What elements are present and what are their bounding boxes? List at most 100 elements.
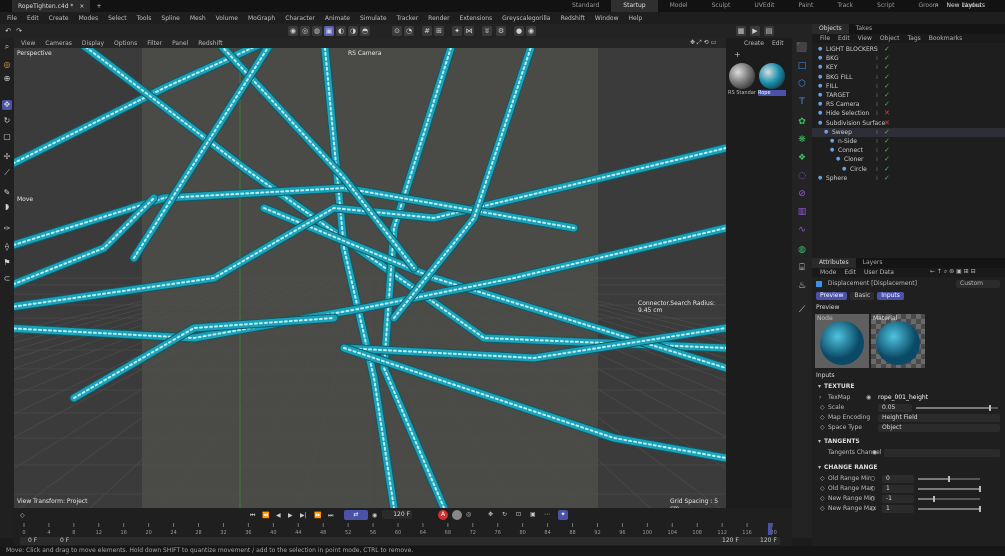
workspace-tab-standard[interactable]: Standard (560, 0, 611, 12)
rotate-icon[interactable]: ↻ (2, 116, 12, 126)
add-material-icon[interactable]: + (734, 50, 741, 59)
workspace-tab-model[interactable]: Model (658, 0, 700, 12)
menu-create[interactable]: Create (44, 15, 74, 22)
menu-greyscalegorilla[interactable]: Greyscalegorilla (497, 15, 555, 22)
texture-section-header[interactable]: ▾ TEXTURE (812, 382, 1005, 392)
menu-mograph[interactable]: MoGraph (243, 15, 280, 22)
viewport-nav-icons[interactable]: ✥ ⤢ ⟲ ▭ (690, 39, 716, 47)
menu-tracker[interactable]: Tracker (392, 15, 424, 22)
subtab-inputs[interactable]: Inputs (877, 292, 904, 300)
menu-animate[interactable]: Animate (320, 15, 355, 22)
brush-tool-icon[interactable]: ⟋ (796, 304, 808, 316)
disabled-x-icon[interactable]: ✕ (884, 119, 890, 127)
visibility-dots-icon[interactable]: ⁞ (876, 109, 878, 118)
next-frame-icon[interactable]: ▶| (300, 512, 307, 519)
enabled-check-icon[interactable]: ✓ (884, 165, 890, 173)
object-row[interactable]: ● RS Camera ⁞ ✓ (812, 100, 1005, 109)
objects-menu-edit[interactable]: Edit (834, 35, 854, 42)
spline-icon[interactable]: ⬡ (796, 78, 808, 90)
key-pla-icon[interactable]: ⋯ (544, 511, 550, 518)
space-type-dropdown[interactable]: Object (878, 424, 1000, 432)
subtab-preview[interactable]: Preview (816, 292, 848, 300)
enabled-check-icon[interactable]: ✓ (884, 155, 890, 163)
key-param-icon[interactable]: ▣ (530, 511, 536, 518)
key-scale-icon[interactable]: ⊡ (516, 511, 521, 518)
tab-attributes[interactable]: Attributes (812, 258, 856, 268)
scale-icon[interactable]: ▢ (2, 132, 12, 142)
spline-tool-icon[interactable]: ∿ (796, 224, 808, 236)
mode-axis-icon[interactable]: ◑ (348, 26, 358, 36)
keyframe-diamond-icon[interactable]: ◇ (820, 403, 825, 413)
visibility-dots-icon[interactable]: ⁞ (876, 54, 878, 63)
viewport-menu-view[interactable]: View (16, 40, 40, 47)
keyframe-diamond-icon[interactable]: ◇ (820, 413, 825, 423)
object-row[interactable]: ● KEY ⁞ ✓ (812, 63, 1005, 72)
menu-redshift[interactable]: Redshift (555, 15, 589, 22)
enabled-check-icon[interactable]: ✓ (884, 91, 890, 99)
visibility-dots-icon[interactable]: ⁞ (876, 45, 878, 54)
symmetry-icon[interactable]: ⋈ (464, 26, 474, 36)
workspace-tab-groom[interactable]: Groom (906, 0, 950, 12)
link-icon[interactable]: ○ (870, 504, 875, 514)
menu-window[interactable]: Window (590, 15, 624, 22)
document-tab[interactable]: RopeTighten.c4d * × (12, 0, 91, 12)
mode-model-icon[interactable]: ▣ (324, 26, 334, 36)
menu-spline[interactable]: Spline (156, 15, 184, 22)
objects-menu-object[interactable]: Object (876, 35, 904, 42)
subtab-basic[interactable]: Basic (850, 292, 875, 300)
menu-select[interactable]: Select (103, 15, 132, 22)
visibility-dots-icon[interactable]: ⁞ (876, 146, 878, 155)
mograph-icon[interactable]: ✿ (796, 116, 808, 128)
viewport-menu-panel[interactable]: Panel (167, 40, 193, 47)
new-range-max-slider[interactable] (918, 506, 981, 512)
redo-icon[interactable]: ↷ (14, 26, 24, 36)
tab-takes[interactable]: Takes (849, 24, 879, 34)
object-row[interactable]: ● Cloner ⁞ ✓ (812, 155, 1005, 164)
menu-file[interactable]: File (2, 15, 22, 22)
cube-primitive-icon[interactable]: □ (796, 60, 808, 72)
workspace-tab-script[interactable]: Script (865, 0, 906, 12)
volume-icon[interactable]: ▥ (796, 206, 808, 218)
key-move-icon[interactable]: ✥ (488, 511, 493, 518)
render-play-icon[interactable]: ▶ (750, 26, 760, 36)
workplane-icon[interactable]: ⊞ (434, 26, 444, 36)
change-range-section-header[interactable]: ▾ CHANGE RANGE (812, 463, 1005, 473)
material-item[interactable]: Rope (758, 62, 786, 100)
visibility-dots-icon[interactable]: ⁞ (876, 155, 878, 164)
key-rotate-icon[interactable]: ↻ (502, 511, 507, 518)
timeline-ruler[interactable]: 0 4 8 12 16 20 24 28 32 36 40 44 48 52 56 60 64 68 72 76 80 8… (20, 523, 780, 535)
render-picture-viewer-icon[interactable]: ▤ (764, 26, 774, 36)
viewport[interactable]: Perspective RS Camera Move Connector.Sea… (14, 48, 726, 508)
menu-volume[interactable]: Volume (211, 15, 243, 22)
enabled-check-icon[interactable]: ✓ (884, 137, 890, 145)
effector-icon[interactable]: ⊘ (796, 188, 808, 200)
mode-texture-icon[interactable]: ◓ (360, 26, 370, 36)
enabled-check-icon[interactable]: ✓ (884, 146, 890, 154)
workspace-tab-track[interactable]: Track (825, 0, 865, 12)
generator-icon[interactable]: ❋ (796, 134, 808, 146)
mode-edges-icon[interactable]: ◎ (300, 26, 310, 36)
chevron-right-icon[interactable]: › (819, 393, 821, 403)
enabled-check-icon[interactable]: ✓ (884, 100, 890, 108)
playhead[interactable] (768, 523, 772, 535)
object-row[interactable]: ● Circle ⁞ ✓ (812, 165, 1005, 174)
enabled-check-icon[interactable]: ✓ (884, 73, 890, 81)
new-range-min-slider[interactable] (918, 496, 980, 502)
frame-rate-icon[interactable]: ◉ (372, 512, 377, 519)
workspace-tab-startup[interactable]: Startup (611, 0, 658, 12)
mode-uv-icon[interactable]: ◐ (336, 26, 346, 36)
text-icon[interactable]: T (796, 96, 808, 108)
link-icon[interactable]: ○ (870, 474, 875, 484)
object-row[interactable]: ● LIGHT BLOCKERS ⁞ ✓ (812, 45, 1005, 54)
objects-menu-tags[interactable]: Tags (903, 35, 924, 42)
cube-icon[interactable]: ⬛ (796, 42, 808, 54)
visibility-dots-icon[interactable]: ⁞ (876, 82, 878, 91)
visibility-dots-icon[interactable]: ⁞ (876, 128, 878, 137)
close-icon[interactable]: × (79, 3, 84, 10)
transform-icon[interactable]: ✢ (2, 152, 12, 162)
light-icon[interactable]: ♨ (796, 280, 808, 292)
scale-field[interactable]: 0.05 (878, 404, 912, 412)
visibility-dots-icon[interactable]: ⁞ (876, 91, 878, 100)
grid-icon[interactable]: # (422, 26, 432, 36)
tab-objects[interactable]: Objects (812, 24, 849, 34)
